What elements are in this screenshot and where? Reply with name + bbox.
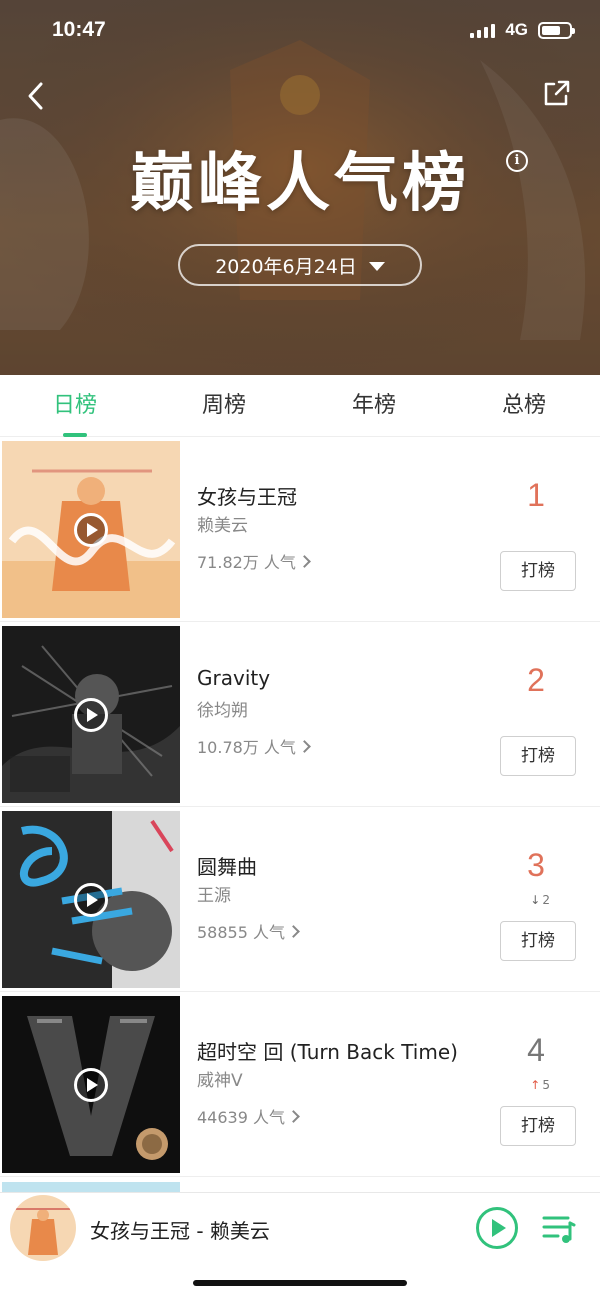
song-row[interactable]: 女孩与王冠 赖美云 71.82万 人气 1 打榜 (0, 437, 600, 622)
chevron-right-icon (298, 739, 311, 753)
song-title[interactable]: 女孩与王冠 (197, 481, 297, 510)
artist-name[interactable]: 王源 (197, 881, 231, 906)
tab-label: 日榜 (52, 393, 97, 418)
album-cover (2, 1182, 180, 1192)
tab-label: 年榜 (351, 393, 396, 418)
tab-label: 总榜 (501, 393, 546, 418)
artist-name[interactable]: 赖美云 (197, 511, 248, 536)
playlist-button[interactable] (542, 1213, 576, 1245)
rank-number: 3 (527, 847, 545, 883)
tab-weekly[interactable]: 周榜 (164, 375, 284, 437)
network-type: 4G (505, 20, 528, 39)
popularity-count: 10.78万 人气 (197, 738, 296, 757)
album-cover[interactable] (2, 441, 180, 618)
chart-header: 10:47 4G 巅峰人气榜 i 2020年6月24日 (0, 0, 600, 375)
play-icon[interactable] (74, 698, 108, 732)
song-title[interactable]: 超时空 回 (Turn Back Time) (197, 1036, 458, 1065)
playlist-icon (542, 1216, 576, 1243)
rank-number: 2 (527, 662, 545, 698)
artist-name[interactable]: 威神V (197, 1066, 243, 1091)
tab-yearly[interactable]: 年榜 (314, 375, 434, 437)
status-bar: 10:47 4G (0, 0, 600, 64)
status-time: 10:47 (52, 18, 106, 41)
song-row[interactable]: Gravity 徐均朔 10.78万 人气 2 打榜 (0, 622, 600, 807)
play-icon[interactable] (74, 1068, 108, 1102)
artist-name[interactable]: 徐均朔 (197, 696, 248, 721)
popularity-count: 58855 人气 (197, 923, 285, 942)
vote-button[interactable]: 打榜 (500, 736, 576, 776)
song-title[interactable]: 圆舞曲 (197, 851, 257, 880)
page-title: 巅峰人气榜 (130, 147, 470, 221)
popularity-link[interactable]: 44639 人气 (197, 1104, 300, 1128)
popularity-count: 71.82万 人气 (197, 553, 296, 572)
album-cover[interactable] (2, 626, 180, 803)
rank-change-value: 5 (542, 1078, 550, 1092)
tab-all-time[interactable]: 总榜 (464, 375, 584, 437)
popularity-link[interactable]: 10.78万 人气 (197, 734, 311, 758)
album-cover[interactable] (2, 996, 180, 1173)
caret-down-icon (368, 262, 385, 271)
song-title[interactable]: Gravity (197, 666, 270, 690)
vote-button[interactable]: 打榜 (500, 921, 576, 961)
rank-change-value: 2 (542, 893, 550, 907)
play-icon[interactable] (74, 883, 108, 917)
album-art-image (10, 1195, 76, 1261)
date-selector[interactable]: 2020年6月24日 (178, 244, 422, 286)
share-icon (544, 80, 570, 106)
now-playing-cover[interactable] (10, 1195, 76, 1261)
rank-down-icon: ↓ (530, 893, 541, 907)
battery-icon (538, 21, 575, 39)
tab-daily[interactable]: 日榜 (15, 375, 135, 437)
popularity-count: 44639 人气 (197, 1108, 285, 1127)
rank-number: 4 (527, 1032, 545, 1068)
rank-change: ↓ 2 (530, 893, 550, 907)
rank-number: 1 (527, 477, 545, 513)
back-icon (28, 82, 43, 110)
signal-icon (470, 22, 496, 38)
chart-period-tabs: 日榜 周榜 年榜 总榜 (0, 375, 600, 437)
song-row[interactable]: 超时空 回 (Turn Back Time) 威神V 44639 人气 4 ↑ … (0, 992, 600, 1177)
next-song-row-peek (0, 1178, 600, 1192)
play-pause-button[interactable] (476, 1207, 518, 1249)
rank-change: ↑ 5 (530, 1078, 550, 1092)
popularity-link[interactable]: 58855 人气 (197, 919, 300, 943)
album-cover[interactable] (2, 811, 180, 988)
mini-player[interactable]: 女孩与王冠 - 赖美云 (0, 1192, 600, 1298)
vote-button[interactable]: 打榜 (500, 551, 576, 591)
info-icon[interactable]: i (506, 150, 528, 172)
chevron-right-icon (298, 554, 311, 568)
share-button[interactable] (540, 78, 576, 114)
back-button[interactable] (18, 76, 54, 116)
song-ranking-list: 女孩与王冠 赖美云 71.82万 人气 1 打榜 Gravity 徐均朔 10.… (0, 437, 600, 1177)
vote-button[interactable]: 打榜 (500, 1106, 576, 1146)
play-icon[interactable] (74, 513, 108, 547)
date-label: 2020年6月24日 (215, 255, 357, 278)
popularity-link[interactable]: 71.82万 人气 (197, 549, 311, 573)
chevron-right-icon (287, 1109, 300, 1123)
rank-up-icon: ↑ (530, 1078, 541, 1092)
home-indicator[interactable] (193, 1280, 407, 1286)
song-row[interactable]: 圆舞曲 王源 58855 人气 3 ↓ 2 打榜 (0, 807, 600, 992)
tab-label: 周榜 (201, 393, 246, 418)
now-playing-title[interactable]: 女孩与王冠 - 赖美云 (90, 1215, 270, 1244)
status-indicators: 4G (470, 20, 575, 40)
chevron-right-icon (287, 924, 300, 938)
